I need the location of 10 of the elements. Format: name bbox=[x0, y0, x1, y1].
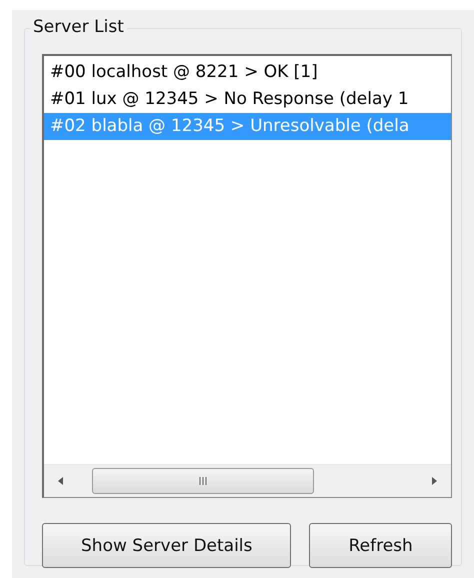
refresh-button[interactable]: Refresh bbox=[309, 523, 452, 568]
scroll-thumb[interactable] bbox=[92, 468, 314, 494]
scroll-left-icon[interactable] bbox=[56, 475, 66, 487]
details-button[interactable]: Show Server Details bbox=[42, 523, 292, 568]
horizontal-scrollbar[interactable] bbox=[44, 464, 451, 497]
server-item[interactable]: #00 localhost @ 8221 > OK [1] bbox=[44, 59, 451, 86]
grip-icon bbox=[198, 476, 208, 486]
scroll-right-icon[interactable] bbox=[429, 475, 439, 487]
server-list[interactable]: #00 localhost @ 8221 > OK [1] #01 lux @ 12345 > No Response (delay 1 #02 blabla @ 12345 > Unresolvable (dela bbox=[42, 54, 452, 498]
server-item[interactable]: #01 lux @ 12345 > No Response (delay 1 bbox=[44, 86, 451, 113]
